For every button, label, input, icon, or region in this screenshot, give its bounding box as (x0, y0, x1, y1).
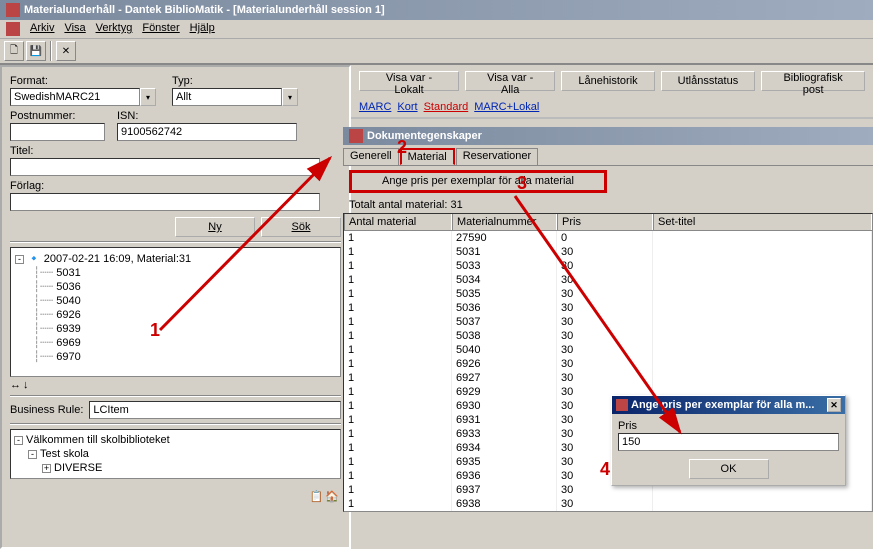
toolbar-new-icon[interactable]: 🗋 (4, 41, 24, 61)
forlag-label: Förlag: (10, 180, 320, 192)
tree-root[interactable]: 2007-02-21 16:09, Material:31 (44, 253, 191, 265)
app-icon (6, 3, 20, 17)
col-antal[interactable]: Antal material (344, 214, 452, 230)
btn-ange-pris[interactable]: Ange pris per exemplar för alla material (349, 170, 607, 193)
titel-label: Titel: (10, 145, 320, 157)
isn-label: ISN: (117, 110, 297, 122)
table-row[interactable]: 1503630 (344, 301, 872, 315)
table-row[interactable]: 1503830 (344, 329, 872, 343)
typ-dropdown-btn[interactable] (282, 88, 298, 106)
table-row[interactable]: 1692730 (344, 371, 872, 385)
ny-button[interactable]: Ny (175, 217, 255, 237)
table-row[interactable]: 1503730 (344, 315, 872, 329)
btn-utlanstatus[interactable]: Utlånsstatus (661, 71, 756, 91)
business-rule-label: Business Rule: (10, 404, 83, 416)
ok-button[interactable]: OK (689, 459, 769, 479)
forlag-input[interactable] (10, 193, 320, 211)
col-settitel[interactable]: Set-titel (653, 214, 872, 230)
pris-label: Pris (618, 420, 839, 432)
table-row[interactable]: 1503430 (344, 273, 872, 287)
price-dialog: Ange pris per exemplar för alla m... ✕ P… (611, 395, 846, 486)
tree-item[interactable]: ┆┄┄ 6926 (15, 308, 336, 322)
app-small-icon (6, 22, 20, 36)
format-dropdown-btn[interactable] (140, 88, 156, 106)
toolbar: 🗋 💾 ✕ (0, 39, 873, 65)
lib-tree-btn2[interactable]: 🏠 (325, 490, 339, 503)
tree-item[interactable]: ┆┄┄ 6939 (15, 322, 336, 336)
doc-icon (349, 129, 363, 143)
link-standard[interactable]: Standard (424, 101, 469, 113)
tab-reservationer[interactable]: Reservationer (456, 148, 538, 165)
col-materialnummer[interactable]: Materialnummer (452, 214, 557, 230)
format-dropdown[interactable] (10, 88, 140, 106)
tree-btn2[interactable]: ↓ (23, 379, 29, 391)
result-tree[interactable]: -🔹 2007-02-21 16:09, Material:31 ┆┄┄ 503… (10, 247, 341, 377)
right-panel: Visa var - Lokalt Visa var - Alla Lånehi… (351, 65, 873, 549)
library-tree[interactable]: -Välkommen till skolbiblioteket -Test sk… (10, 429, 341, 479)
tree-item[interactable]: ┆┄┄ 5040 (15, 294, 336, 308)
menu-hjalp[interactable]: Hjälp (190, 22, 215, 36)
menu-bar: Arkiv Visa Verktyg Fönster Hjälp (0, 20, 873, 39)
link-marc[interactable]: MARC (359, 101, 391, 113)
tree-item[interactable]: ┆┄┄ 5031 (15, 266, 336, 280)
postnummer-label: Postnummer: (10, 110, 105, 122)
window-titlebar: Materialunderhåll - Dantek BiblioMatik -… (0, 0, 873, 20)
table-row[interactable]: 1275900 (344, 231, 872, 245)
btn-visa-alla[interactable]: Visa var - Alla (465, 71, 555, 91)
doc-props-titlebar: Dokumentegenskaper (343, 127, 873, 145)
format-label: Format: (10, 75, 160, 87)
btn-visa-lokalt[interactable]: Visa var - Lokalt (359, 71, 459, 91)
left-panel: Format: Typ: Postnummer: ISN: (0, 65, 351, 549)
btn-lanehistorik[interactable]: Lånehistorik (561, 71, 654, 91)
table-row[interactable]: 1503130 (344, 245, 872, 259)
business-rule-input[interactable] (89, 401, 341, 419)
table-row[interactable]: 1692630 (344, 357, 872, 371)
link-marclokal[interactable]: MARC+Lokal (474, 101, 539, 113)
typ-dropdown[interactable] (172, 88, 282, 106)
toolbar-x-icon[interactable]: ✕ (56, 41, 76, 61)
table-row[interactable]: 1503530 (344, 287, 872, 301)
dialog-icon (616, 399, 628, 411)
dialog-close-icon[interactable]: ✕ (827, 398, 841, 412)
table-row[interactable]: 1693830 (344, 497, 872, 511)
titel-input[interactable] (10, 158, 320, 176)
menu-visa[interactable]: Visa (64, 22, 85, 36)
total-material-label: Totalt antal material: 31 (343, 197, 873, 213)
tree-btn1[interactable]: ↔ (10, 379, 21, 391)
menu-arkiv[interactable]: Arkiv (30, 22, 54, 36)
tab-generell[interactable]: Generell (343, 148, 399, 165)
link-kort[interactable]: Kort (397, 101, 417, 113)
table-row[interactable]: 1503330 (344, 259, 872, 273)
isn-input[interactable] (117, 123, 297, 141)
typ-label: Typ: (172, 75, 302, 87)
tree-item[interactable]: ┆┄┄ 5036 (15, 280, 336, 294)
btn-bibliografisk[interactable]: Bibliografisk post (761, 71, 865, 91)
menu-verktyg[interactable]: Verktyg (96, 22, 133, 36)
tree-item[interactable]: ┆┄┄ 6970 (15, 350, 336, 364)
lib-tree-btn1[interactable]: 📋 (310, 490, 324, 503)
postnummer-input[interactable] (10, 123, 105, 141)
tab-material[interactable]: Material (400, 148, 455, 165)
pris-input[interactable] (618, 433, 839, 451)
window-title: Materialunderhåll - Dantek BiblioMatik -… (24, 4, 385, 16)
menu-fonster[interactable]: Fönster (142, 22, 179, 36)
col-pris[interactable]: Pris (557, 214, 653, 230)
tree-item[interactable]: ┆┄┄ 6969 (15, 336, 336, 350)
toolbar-save-icon[interactable]: 💾 (26, 41, 46, 61)
table-row[interactable]: 1504030 (344, 343, 872, 357)
sok-button[interactable]: Sök (261, 217, 341, 237)
